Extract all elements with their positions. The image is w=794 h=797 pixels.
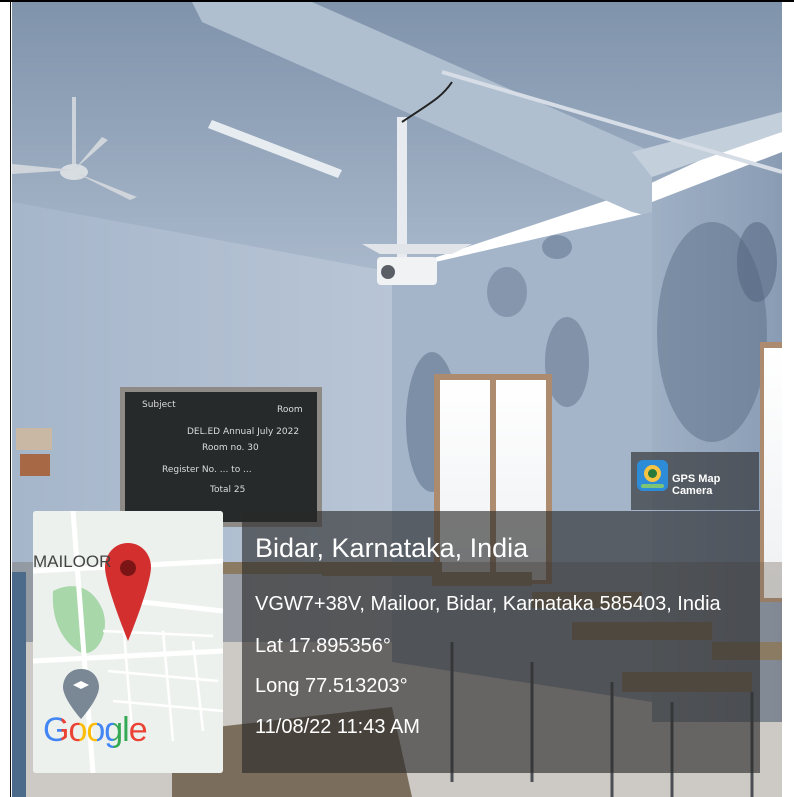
svg-text:Room: Room <box>277 405 303 415</box>
gps-map-camera-icon <box>637 460 668 491</box>
gps-map-camera-badge: GPS Map Camera <box>631 452 759 510</box>
svg-text:Total 25: Total 25 <box>209 485 245 495</box>
address-line: VGW7+38V, Mailoor, Bidar, Karnataka 5854… <box>255 593 721 615</box>
location-info-panel: Bidar, Karnataka, India VGW7+38V, Mailoo… <box>242 511 760 773</box>
gps-map-camera-label: GPS Map Camera <box>672 473 721 497</box>
google-logo: Google <box>43 711 148 750</box>
map-place-label: MAILOOR <box>33 552 112 571</box>
google-logo-text: Google <box>43 711 148 749</box>
latitude: Lat 17.895356° <box>255 635 391 657</box>
location-map-thumbnail: MAILOOR Google <box>33 511 223 773</box>
svg-text:Room no. 30: Room no. 30 <box>202 443 259 453</box>
datetime-stamp: 11/08/22 11:43 AM <box>255 716 420 738</box>
svg-text:Subject: Subject <box>142 400 176 410</box>
left-border <box>10 2 11 797</box>
svg-text:Register No. ... to ...: Register No. ... to ... <box>162 465 252 475</box>
longitude: Long 77.513203° <box>255 675 408 697</box>
svg-text:DEL.ED Annual July 2022: DEL.ED Annual July 2022 <box>187 427 299 437</box>
location-title: Bidar, Karnataka, India <box>255 533 529 563</box>
